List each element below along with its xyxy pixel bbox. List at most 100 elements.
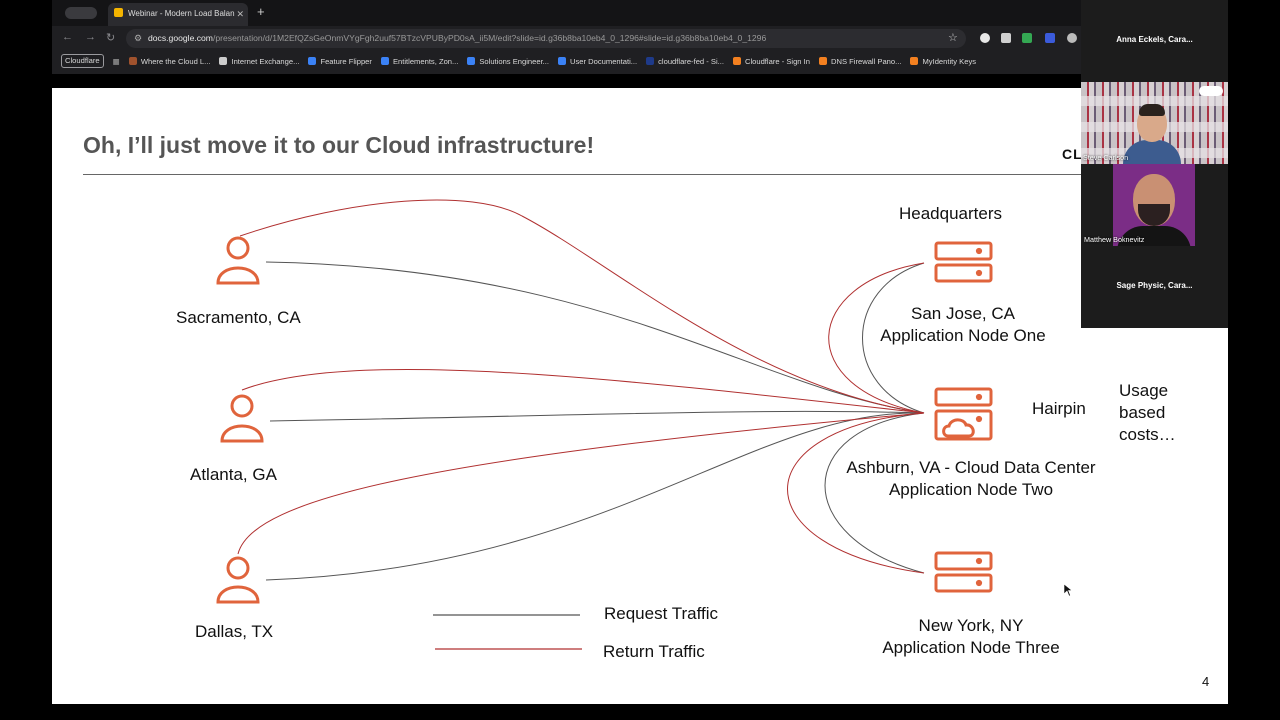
node-label-ashburn: Ashburn, VA - Cloud Data Center Applicat… <box>832 457 1110 501</box>
bookmark-item[interactable]: User Documentati... <box>558 52 637 71</box>
bookmark-item[interactable]: Feature Flipper <box>308 52 372 71</box>
bookmark-item[interactable]: Solutions Engineer... <box>467 52 549 71</box>
bookmark-label: Feature Flipper <box>320 57 372 66</box>
bookmark-label: Solutions Engineer... <box>479 57 550 66</box>
participant-tile-bottom[interactable]: Sage Physic, Cara... <box>1081 281 1228 290</box>
return-lines <box>237 199 925 574</box>
bookmark-label: Entitlements, Zon... <box>392 57 459 66</box>
user-icon-sacramento <box>216 236 260 285</box>
node-label-new-york: New York, NY Application Node Three <box>872 615 1070 659</box>
bookmark-favicon-icon <box>732 57 741 65</box>
cloud-logo-icon <box>1199 86 1223 96</box>
apps-grid-icon[interactable]: ▦ <box>113 52 120 71</box>
bookmark-label: Cloudflare <box>65 56 100 65</box>
bookmark-label: MyIdentity Keys <box>922 57 977 66</box>
bookmark-favicon-icon <box>308 57 317 65</box>
bookmark-favicon-icon <box>910 57 919 65</box>
video-tile-participant[interactable] <box>1113 164 1195 246</box>
request-line-atlanta <box>269 410 925 422</box>
bookmark-favicon-icon <box>646 57 655 65</box>
cloud-server-icon-ashburn <box>934 387 993 441</box>
bookmark-label: Internet Exchange... <box>231 57 300 66</box>
user-icon-dallas <box>216 556 260 604</box>
request-lines <box>265 261 925 581</box>
usage-note-line: based <box>1119 403 1166 422</box>
site-info-icon[interactable]: ⚙ <box>134 29 142 48</box>
bookmark-star-icon[interactable]: ☆ <box>948 31 958 44</box>
bookmark-label: Cloudflare - Sign In <box>744 57 810 66</box>
user-label-sacramento: Sacramento, CA <box>176 308 301 327</box>
new-tab-button[interactable]: + <box>257 4 265 19</box>
bookmark-favicon-icon <box>219 57 228 65</box>
participant-tile-top[interactable]: Anna Eckels, Cara... <box>1081 35 1228 44</box>
tab-strip: Webinar - Modern Load Balan ✕ + <box>52 0 1081 26</box>
node-name: Application Node One <box>880 326 1046 345</box>
user-icon-atlanta <box>220 394 264 443</box>
slides-icon <box>114 8 123 17</box>
legend-return-label: Return Traffic <box>603 642 705 661</box>
video-name-label: Steve Carlson <box>1083 153 1129 162</box>
browser-window: Webinar - Modern Load Balan ✕ + ← → ↻ ⚙ … <box>52 0 1081 74</box>
user-label-atlanta: Atlanta, GA <box>190 465 277 484</box>
headquarters-label: Headquarters <box>899 204 1003 223</box>
server-icon-san-jose <box>934 241 993 283</box>
slide: Oh, I’ll just move it to our Cloud infra… <box>52 88 1228 704</box>
bookmark-label: DNS Firewall Pano... <box>830 57 902 66</box>
usage-note-line: Usage <box>1119 381 1169 400</box>
profile-icon[interactable] <box>1067 33 1077 43</box>
node-label-san-jose: San Jose, CA Application Node One <box>872 303 1054 347</box>
bookmark-item[interactable]: Cloudflare - Sign In <box>732 52 810 71</box>
extension-grid-icon[interactable] <box>1001 33 1011 43</box>
close-tab-icon[interactable]: ✕ <box>236 5 244 23</box>
bookmark-favicon-icon <box>467 57 476 65</box>
bookmark-favicon-icon <box>380 57 389 65</box>
tab-title: Webinar - Modern Load Balan <box>128 9 235 18</box>
slide-page-number: 4 <box>1202 674 1210 689</box>
return-line-dallas <box>237 412 925 555</box>
bookmark-item[interactable]: Where the Cloud L... <box>128 52 211 71</box>
node-name: Application Node Two <box>888 480 1054 499</box>
participants-panel: Anna Eckels, Cara... Steve Carlson Matth… <box>1081 0 1228 328</box>
user-label-dallas: Dallas, TX <box>195 622 274 641</box>
bookmark-favicon-icon <box>558 57 567 65</box>
bookmark-item[interactable]: Entitlements, Zon... <box>380 52 459 71</box>
node-city: Ashburn, VA - Cloud Data Center <box>846 458 1096 477</box>
screen: Webinar - Modern Load Balan ✕ + ← → ↻ ⚙ … <box>0 0 1280 720</box>
bookmark-item[interactable]: Internet Exchange... <box>219 52 299 71</box>
bookmark-label: User Documentati... <box>570 57 638 66</box>
bookmark-favicon-icon <box>128 57 137 65</box>
node-city: San Jose, CA <box>911 304 1015 323</box>
node-name: Application Node Three <box>882 638 1060 657</box>
bookmarks-bar: Cloudflare ▦ Where the Cloud L... Internet … <box>52 51 1081 71</box>
bookmark-item[interactable]: DNS Firewall Pano... <box>818 52 902 71</box>
request-line-sacramento <box>265 261 925 414</box>
video-tile-speaker[interactable]: Steve Carlson <box>1081 82 1228 164</box>
forward-icon[interactable]: → <box>85 31 96 43</box>
url-path: /presentation/d/1M2EfQZsGeOnmVYgFgh2uuf5… <box>212 33 767 43</box>
return-line-atlanta <box>241 369 925 414</box>
reload-icon[interactable]: ↻ <box>106 31 115 44</box>
legend-request-label: Request Traffic <box>604 604 719 623</box>
hairpin-label: Hairpin <box>1032 399 1086 418</box>
usage-note-line: costs… <box>1119 425 1176 444</box>
extension-cloud-icon[interactable] <box>980 33 990 43</box>
extension-drive-icon[interactable] <box>1022 33 1032 43</box>
sidebar-toggle-icon[interactable] <box>65 7 97 19</box>
node-city: New York, NY <box>918 616 1024 635</box>
bookmark-item[interactable]: cloudflare-fed - Si... <box>646 52 724 71</box>
bookmark-label: Where the Cloud L... <box>140 57 211 66</box>
bookmark-favicon-icon <box>818 57 827 65</box>
mouse-cursor-icon <box>1063 583 1073 597</box>
bookmark-item[interactable]: MyIdentity Keys <box>910 52 976 71</box>
usage-note: Usage based costs… <box>1119 380 1176 446</box>
bookmark-label: cloudflare-fed - Si... <box>658 57 724 66</box>
bookmark-item[interactable]: Cloudflare <box>61 54 104 68</box>
video-name-label: Matthew Boknevitz <box>1084 235 1145 244</box>
navigation-bar: ← → ↻ ⚙ docs.google.com/presentation/d/1… <box>52 26 1081 50</box>
tab-webinar[interactable]: Webinar - Modern Load Balan ✕ <box>108 3 248 26</box>
address-bar[interactable]: ⚙ docs.google.com/presentation/d/1M2EfQZ… <box>126 29 966 48</box>
extension-blue-icon[interactable] <box>1045 33 1055 43</box>
back-icon[interactable]: ← <box>62 31 73 43</box>
request-line-dallas <box>265 412 925 581</box>
url-host: docs.google.com <box>148 33 213 43</box>
